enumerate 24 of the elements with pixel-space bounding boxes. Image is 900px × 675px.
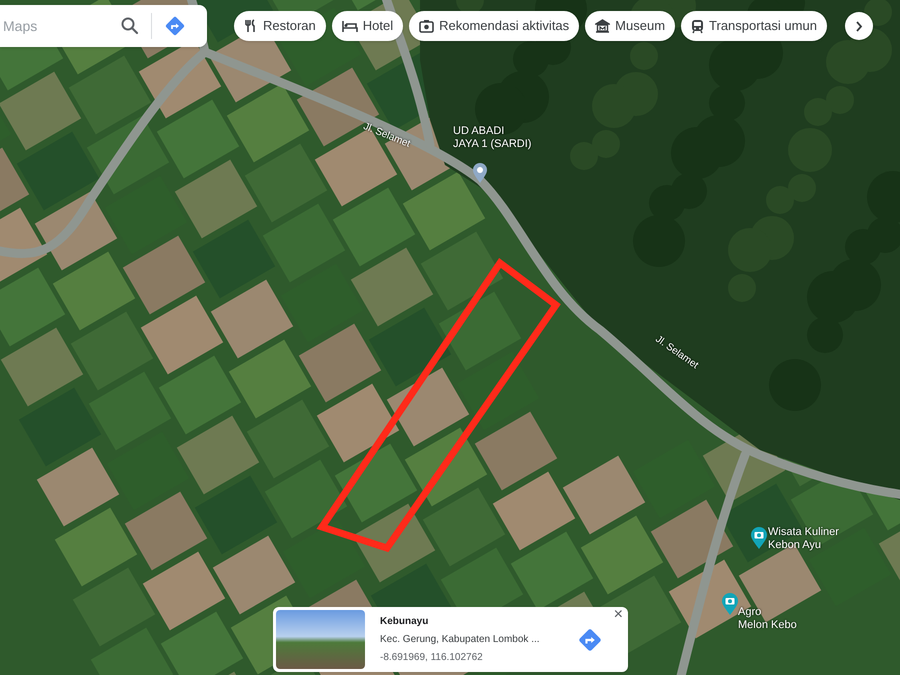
map-pin-icon[interactable]	[472, 162, 488, 184]
category-chip[interactable]: Hotel	[332, 11, 404, 41]
search-field[interactable]: Maps	[0, 5, 113, 47]
bed-icon	[342, 19, 358, 33]
category-chip[interactable]: Transportasi umun	[681, 11, 827, 41]
place-coordinates: -8.691969, 116.102762	[380, 651, 484, 665]
category-chip[interactable]: Museum	[585, 11, 676, 41]
close-button[interactable]: ×	[612, 607, 625, 623]
camera-pin-icon[interactable]	[750, 526, 768, 550]
museum-icon	[595, 19, 610, 33]
place-label: Agro Melon Kebo	[738, 606, 797, 632]
search-bar[interactable]: Maps	[0, 5, 207, 47]
place-title: Kebunayu	[380, 615, 430, 629]
place-label: UD ABADI JAYA 1 (SARDI)	[453, 125, 532, 151]
place-card[interactable]: Kebunayu Kec. Gerung, Kabupaten Lombok ... -8.691969, 116.102762 ×	[273, 607, 628, 672]
place-label: Wisata Kuliner Kebon Ayu	[768, 526, 839, 552]
category-chip[interactable]: Restoran	[234, 11, 326, 41]
camera-icon	[419, 19, 434, 33]
category-chip[interactable]: Rekomendasi aktivitas	[409, 11, 580, 41]
chevron-right-icon	[855, 20, 863, 32]
fork-knife-icon	[244, 19, 258, 33]
bus-icon	[691, 18, 704, 34]
place-address: Kec. Gerung, Kabupaten Lombok ...	[380, 633, 541, 647]
search-icon[interactable]	[121, 17, 139, 35]
